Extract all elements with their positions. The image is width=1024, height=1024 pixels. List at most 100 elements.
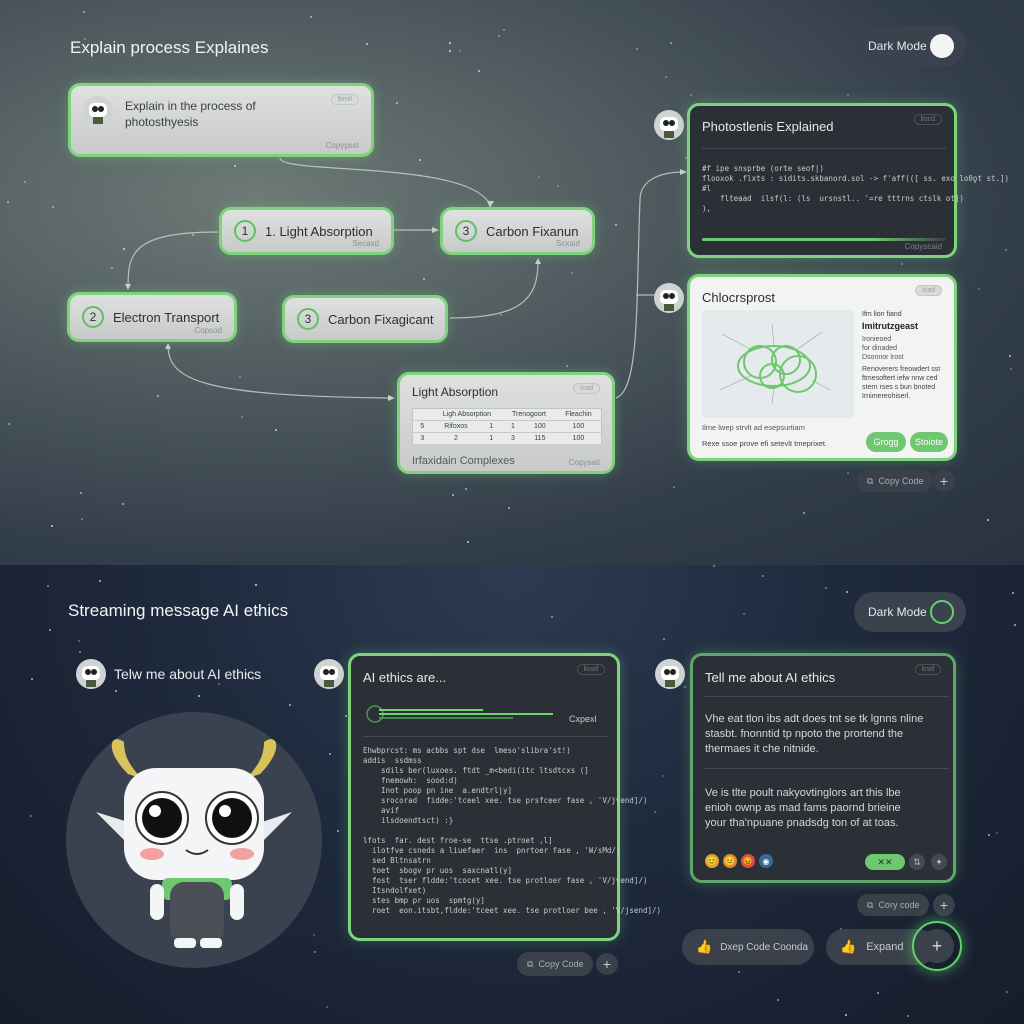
star [31, 678, 33, 680]
diagram-card[interactable]: Chlocrsprost lcad Ifm lion fiand Imitrut… [687, 274, 957, 461]
star [255, 584, 257, 586]
star [988, 834, 990, 836]
legend-text: Renoverers freowdert sst ftmesoftert ief… [862, 366, 941, 400]
reaction-neutral-icon[interactable]: 😐 [723, 854, 737, 868]
table-cell: 3 [502, 432, 524, 445]
node-label: Carbon Fixagicant [328, 311, 434, 327]
reaction-angry-icon[interactable]: 😡 [741, 854, 755, 868]
card-tag: lcad [915, 285, 942, 296]
bot-avatar [654, 283, 684, 313]
table-cell: 100 [555, 420, 602, 433]
prompt-text: Explain in the process of photosthyesis [125, 99, 256, 129]
table-cell: 3 [412, 432, 432, 445]
toggle-knob [930, 600, 954, 624]
node-carbon-fixation-2[interactable]: 3 Carbon Fixagicant [282, 295, 448, 343]
step-number: 2 [82, 306, 104, 328]
streaming-card[interactable]: AI ethics are... llosd Cxpexl Ehwbprcst:… [348, 653, 661, 941]
copy-code-button[interactable]: ⧉ Copy Code [857, 470, 934, 492]
user-avatar [76, 659, 106, 689]
code-block: Ehwbprcst: ms acbbs spt dse lmeso'slibra… [363, 746, 662, 915]
node-light-absorption[interactable]: 1 1. Light Absorption Secaxd [219, 207, 394, 255]
star [762, 575, 764, 577]
bot-avatar [654, 110, 684, 140]
star [743, 613, 745, 615]
action-button[interactable]: Stoiote [910, 432, 948, 452]
divider [705, 696, 949, 697]
legend-item: Dsonnor lrost [862, 354, 904, 361]
step-number: 3 [455, 220, 477, 242]
copy-code-label: Copy Code [878, 476, 924, 486]
add-icon[interactable]: + [596, 953, 618, 975]
copy-code-button[interactable]: ⧉ Cory code [857, 894, 930, 916]
table-cell: 1 [480, 420, 503, 433]
card-title: AI ethics are... [363, 670, 447, 685]
stream-label: Cxpexl [569, 714, 597, 724]
card-title: Tell me about AI ethics [705, 670, 836, 685]
copy-code-label: Copy Code [538, 959, 584, 969]
bot-avatar [655, 659, 685, 689]
star [198, 695, 200, 697]
add-button[interactable]: + [912, 921, 962, 971]
node-electron-transport[interactable]: 2 Electron Transport Copsod [67, 292, 237, 342]
explain-panel: Explain process Explaines Dark Mode Expl… [0, 0, 1024, 565]
mascot-illustration [66, 712, 322, 968]
streaming-panel: Streaming message AI ethics Dark Mode Te… [0, 565, 1024, 1024]
deep-code-button[interactable]: 👍 Dxep Code Coonda [682, 929, 814, 965]
star [289, 704, 291, 706]
star [337, 830, 339, 832]
bot-avatar [314, 659, 344, 689]
copy-icon: ⧉ [867, 475, 874, 486]
add-icon[interactable]: + [933, 470, 955, 492]
table-row: 5 Rifoxos 1 1 100 100 [412, 420, 602, 433]
table-cell: 1 [480, 432, 503, 445]
share-icon[interactable]: ⇅ [909, 854, 925, 870]
action-button[interactable]: Grogg [866, 432, 906, 452]
legend-text: Ifm lion fiand [862, 311, 902, 318]
light-absorption-card[interactable]: Light Absorption lcad Ligh Absorption Tr… [397, 372, 615, 474]
prompt-sub: Copypsst [325, 141, 359, 150]
card-sub: Copyscaid [904, 242, 942, 251]
table-cell: 1 [502, 420, 524, 433]
add-icon[interactable]: + [933, 894, 955, 916]
card-tag: lcad [573, 383, 600, 394]
table-header-row: Ligh Absorption Trenogoort Fleachin [412, 408, 602, 421]
star [49, 629, 51, 631]
dark-mode-toggle[interactable]: Dark Mode [854, 592, 966, 632]
answer-paragraph: Ve is tlte poult nakyovtinglors art this… [705, 787, 901, 829]
star [1014, 624, 1016, 626]
reaction-other-icon[interactable]: ◉ [759, 854, 773, 868]
node-carbon-fixation[interactable]: 3 Carbon Fixanun Scxaid [440, 207, 595, 255]
star [996, 832, 998, 834]
star [738, 971, 740, 973]
chloroplast-diagram [702, 310, 854, 418]
divider [702, 148, 946, 149]
star [329, 753, 331, 755]
column-header: Fleachin [555, 408, 602, 421]
star [877, 992, 879, 994]
node-label: Carbon Fixanun [486, 223, 579, 239]
answer-card[interactable]: Tell me about AI ethics lcsd Vhe eat tlo… [690, 653, 956, 883]
card-tag: llosd [576, 664, 605, 675]
star [47, 585, 49, 587]
prompt-node[interactable]: Explain in the process of photosthyesis … [68, 83, 374, 157]
code-card[interactable]: Photostlenis Explained llocd #f ipe snsp… [687, 103, 1009, 258]
sparkle-icon[interactable]: ✦ [931, 854, 947, 870]
code-block: #f ipe snsprbe (orte seof|) flooxok .flx… [702, 164, 1010, 213]
progress-bar [702, 238, 946, 241]
divider [705, 768, 949, 769]
star [662, 775, 664, 777]
table-cell: 5 [412, 420, 432, 433]
thumbs-up-icon: 👍 [696, 939, 713, 954]
star [663, 638, 665, 640]
node-sub: Copsod [194, 326, 222, 335]
table-cell: 2 [431, 432, 481, 445]
table-cell: 100 [523, 420, 556, 433]
star [713, 565, 715, 567]
star [99, 580, 101, 582]
node-sub: Secaxd [352, 239, 379, 248]
user-message: Telw me about AI ethics [114, 666, 262, 682]
copy-code-button[interactable]: ⧉ Copy Code [517, 952, 594, 976]
star [218, 683, 220, 685]
reaction-happy-icon[interactable]: 😊 [705, 854, 719, 868]
table-cell: Rifoxos [431, 420, 481, 433]
